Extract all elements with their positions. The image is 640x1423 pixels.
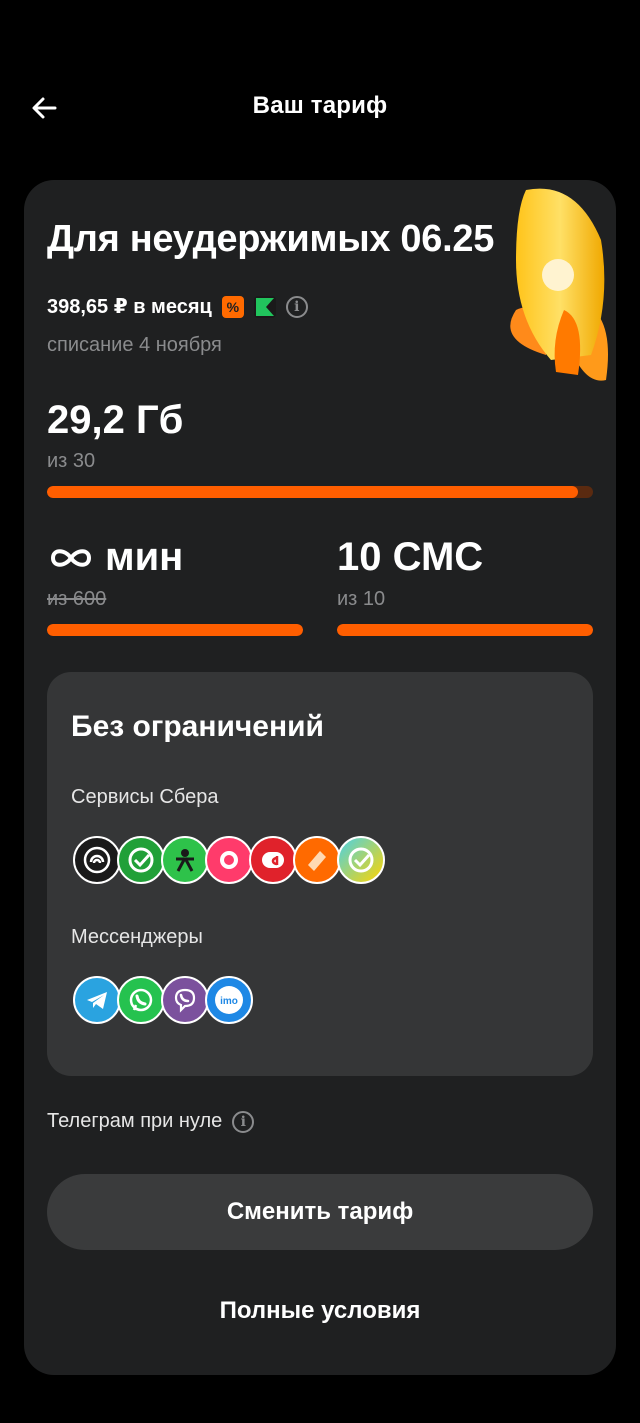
sber-services-label: Сервисы Сбера — [71, 786, 219, 808]
change-tariff-button[interactable]: Сменить тариф — [47, 1174, 593, 1250]
tariff-card: Для неудержимых 06.25 398,65 ₽ в месяц %… — [24, 180, 616, 1375]
minutes-remaining: мин — [47, 535, 183, 580]
unlimited-block[interactable]: Без ограничений Сервисы Сбера Мессенджер… — [47, 672, 593, 1076]
minutes-total: из 600 — [47, 588, 107, 610]
sms-progress-bar — [337, 624, 593, 636]
sberbank-icon — [117, 836, 165, 884]
whatsapp-icon — [117, 976, 165, 1024]
price-row: 398,65 ₽ в месяц % i — [47, 294, 308, 319]
viber-icon — [161, 976, 209, 1024]
samokat-icon — [249, 836, 297, 884]
infinity-icon — [50, 548, 92, 567]
minutes-unit: мин — [105, 535, 184, 579]
sms-progress-fill — [337, 624, 593, 636]
ticket-icon — [293, 836, 341, 884]
unlimited-title: Без ограничений — [71, 710, 324, 743]
info-icon[interactable]: i — [285, 295, 308, 318]
messenger-icons: imo — [73, 976, 253, 1024]
sber-music-icon — [205, 836, 253, 884]
sber-services-icons — [73, 836, 385, 884]
sber-check-icon — [337, 836, 385, 884]
tariff-price: 398,65 ₽ в месяц — [47, 296, 212, 318]
full-terms-button[interactable]: Полные условия — [47, 1276, 593, 1346]
imo-icon: imo — [205, 976, 253, 1024]
minutes-progress-bar — [47, 624, 303, 636]
telegram-at-zero[interactable]: Телеграм при нуле i — [47, 1110, 255, 1133]
rocket-icon — [510, 188, 608, 381]
data-remaining: 29,2 Гб — [47, 398, 184, 442]
sms-remaining: 10 СМС — [337, 535, 484, 579]
sms-total: из 10 — [337, 588, 386, 610]
kion-badge-icon — [253, 295, 276, 318]
imo-icon-label: imo — [220, 996, 238, 1007]
okko-people-icon — [161, 836, 209, 884]
data-progress-fill — [47, 486, 579, 498]
top-bar: Ваш тариф — [0, 0, 640, 200]
info-icon[interactable]: i — [232, 1110, 255, 1133]
charge-date: списание 4 ноября — [47, 334, 222, 356]
sber-podcast-icon — [73, 836, 121, 884]
minutes-progress-fill — [47, 624, 303, 636]
telegram-icon — [73, 976, 121, 1024]
tariff-name: Для неудержимых 06.25 — [47, 218, 495, 260]
telegram-at-zero-label: Телеграм при нуле — [47, 1110, 223, 1132]
page-title: Ваш тариф — [252, 92, 388, 119]
messengers-label: Мессенджеры — [71, 926, 203, 948]
data-total: из 30 — [47, 450, 96, 472]
discount-badge-icon: % — [221, 295, 244, 318]
data-progress-bar — [47, 486, 593, 498]
